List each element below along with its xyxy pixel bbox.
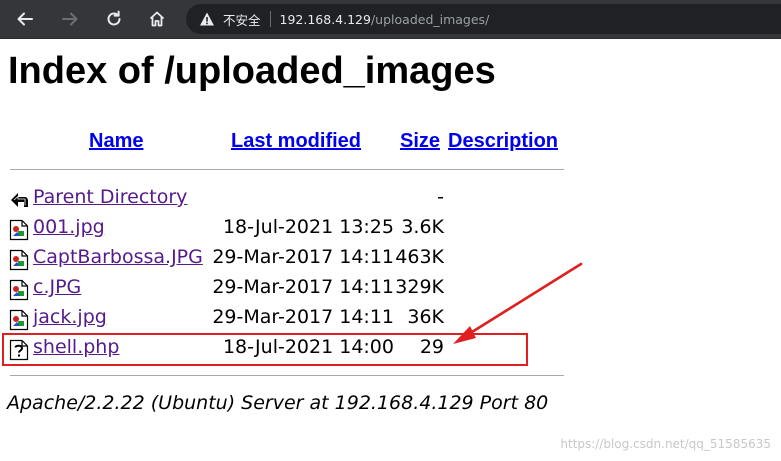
reload-button[interactable] bbox=[99, 4, 129, 34]
file-date: 18-Jul-2021 13:25 bbox=[222, 216, 394, 238]
watermark: https://blog.csdn.net/qq_51585635 bbox=[560, 437, 771, 451]
arrow-annotation-icon bbox=[453, 262, 583, 344]
column-header-description[interactable]: Description bbox=[448, 130, 558, 153]
column-header-last-modified[interactable]: Last modified bbox=[231, 130, 361, 153]
column-header-name[interactable]: Name bbox=[89, 130, 143, 153]
warning-icon[interactable] bbox=[199, 11, 215, 27]
file-size: 329K bbox=[395, 276, 444, 298]
address-divider bbox=[269, 11, 271, 27]
file-link[interactable]: c.JPG bbox=[33, 276, 81, 298]
home-icon bbox=[149, 11, 165, 27]
url-path: /uploaded_images/ bbox=[370, 11, 490, 27]
file-date: 29-Mar-2017 14:11 bbox=[212, 306, 394, 328]
file-size: 463K bbox=[395, 246, 444, 268]
file-size: 3.6K bbox=[401, 216, 444, 238]
file-link[interactable]: jack.jpg bbox=[33, 306, 107, 328]
address-bar[interactable]: 不安全 192.168.4.129/uploaded_images/ bbox=[186, 4, 781, 34]
list-item: 001.jpg 18-Jul-2021 13:25 3.6K bbox=[0, 214, 600, 244]
reload-icon bbox=[107, 10, 121, 26]
image-file-icon bbox=[9, 219, 29, 241]
image-file-icon bbox=[9, 279, 29, 301]
file-link[interactable]: CaptBarbossa.JPG bbox=[33, 246, 203, 268]
column-header-size[interactable]: Size bbox=[400, 130, 440, 153]
arrow-left-icon bbox=[17, 12, 33, 26]
list-item: Parent Directory - bbox=[0, 184, 600, 214]
security-status-label[interactable]: 不安全 bbox=[223, 10, 261, 29]
back-button[interactable] bbox=[10, 4, 40, 34]
forward-button[interactable] bbox=[55, 4, 85, 34]
server-signature: Apache/2.2.22 (Ubuntu) Server at 192.168… bbox=[7, 392, 549, 414]
file-date: 29-Mar-2017 14:11 bbox=[212, 246, 394, 268]
parent-directory-link[interactable]: Parent Directory bbox=[33, 186, 187, 208]
image-file-icon bbox=[9, 249, 29, 271]
url-text[interactable]: 192.168.4.129/uploaded_images/ bbox=[280, 12, 490, 27]
browser-toolbar: 不安全 192.168.4.129/uploaded_images/ bbox=[0, 0, 781, 39]
footer-rule bbox=[10, 375, 564, 376]
arrow-right-icon bbox=[62, 12, 78, 26]
file-link[interactable]: 001.jpg bbox=[33, 216, 105, 238]
file-date: 29-Mar-2017 14:11 bbox=[212, 276, 394, 298]
home-button[interactable] bbox=[142, 4, 172, 34]
image-file-icon bbox=[9, 309, 29, 331]
file-size: 36K bbox=[407, 306, 444, 328]
header-rule bbox=[10, 169, 564, 170]
url-host: 192.168.4.129 bbox=[279, 11, 371, 27]
page-title: Index of /uploaded_images bbox=[8, 50, 496, 92]
file-size: - bbox=[437, 186, 444, 208]
back-icon bbox=[11, 193, 28, 207]
